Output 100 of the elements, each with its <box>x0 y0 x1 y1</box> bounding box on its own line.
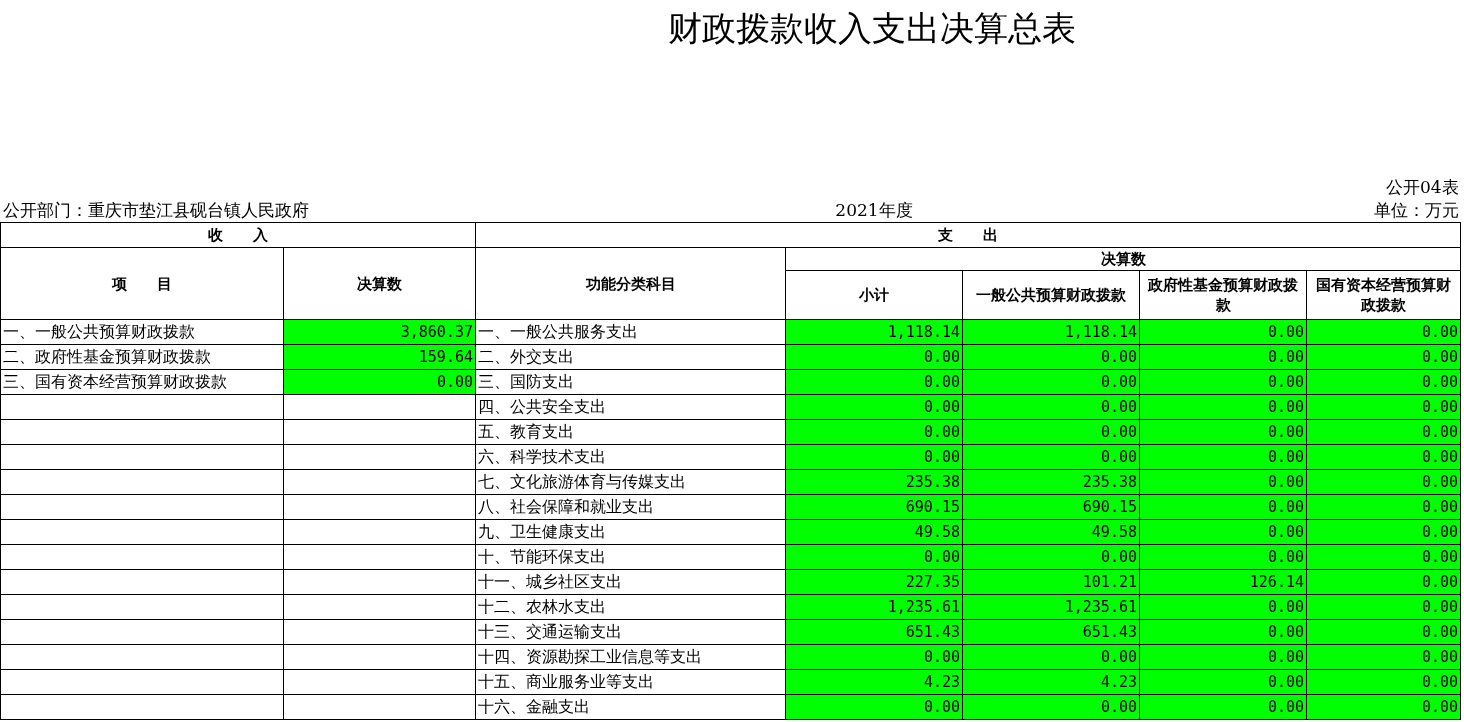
table-cell: 三、国有资本经营预算财政拨款 <box>0 369 284 395</box>
table-cell: 126.14 <box>1139 569 1307 595</box>
table-cell: 0.00 <box>1139 394 1307 420</box>
column-header: 政府性基金预算财政拨款 <box>1139 270 1307 320</box>
column-header: 决算数 <box>785 247 1461 271</box>
table-cell: 六、科学技术支出 <box>475 444 786 470</box>
table-cell: 235.38 <box>785 469 963 495</box>
table-cell: 3,860.37 <box>283 319 476 345</box>
table-cell: 1,118.14 <box>962 319 1140 345</box>
table-cell: 0.00 <box>962 344 1140 370</box>
table-cell: 0.00 <box>1306 519 1461 545</box>
table-cell: 0.00 <box>785 344 963 370</box>
table-cell: 651.43 <box>785 619 963 645</box>
table-cell: 0.00 <box>785 394 963 420</box>
table-cell: 0.00 <box>1139 494 1307 520</box>
report-title: 财政拨款收入支出决算总表 <box>668 8 1077 48</box>
table-cell: 4.23 <box>962 669 1140 695</box>
table-cell: 0.00 <box>1306 694 1461 720</box>
table-cell: 九、卫生健康支出 <box>475 519 786 545</box>
column-header: 项 目 <box>0 247 284 320</box>
unit-label: 单位：万元 <box>1373 200 1459 220</box>
table-cell: 0.00 <box>1306 369 1461 395</box>
table-cell: 1,235.61 <box>785 594 963 620</box>
form-code: 公开04表 <box>1385 177 1459 197</box>
table-cell: 0.00 <box>1139 419 1307 445</box>
table-cell: 101.21 <box>962 569 1140 595</box>
column-header: 小计 <box>785 270 963 320</box>
table-cell: 49.58 <box>962 519 1140 545</box>
table-cell: 0.00 <box>1139 644 1307 670</box>
table-cell: 0.00 <box>1306 619 1461 645</box>
table-cell: 0.00 <box>1306 669 1461 695</box>
table-cell: 0.00 <box>1306 594 1461 620</box>
table-cell: 一、一般公共预算财政拨款 <box>0 319 284 345</box>
table-cell: 1,118.14 <box>785 319 963 345</box>
table-cell: 十三、交通运输支出 <box>475 619 786 645</box>
table-cell: 八、社会保障和就业支出 <box>475 494 786 520</box>
table-cell: 二、外交支出 <box>475 344 786 370</box>
table-cell: 0.00 <box>1306 444 1461 470</box>
table-cell: 0.00 <box>1306 494 1461 520</box>
table-cell: 1,235.61 <box>962 594 1140 620</box>
table-cell: 0.00 <box>785 369 963 395</box>
table-cell: 0.00 <box>1139 369 1307 395</box>
table-cell: 0.00 <box>1306 394 1461 420</box>
table-cell: 227.35 <box>785 569 963 595</box>
table-cell: 0.00 <box>785 444 963 470</box>
table-cell: 0.00 <box>1139 519 1307 545</box>
table-cell: 0.00 <box>1139 444 1307 470</box>
table-cell: 七、文化旅游体育与传媒支出 <box>475 469 786 495</box>
table-cell: 235.38 <box>962 469 1140 495</box>
table-cell: 二、政府性基金预算财政拨款 <box>0 344 284 370</box>
table-cell: 159.64 <box>283 344 476 370</box>
table-cell: 十二、农林水支出 <box>475 594 786 620</box>
table-cell: 0.00 <box>1139 594 1307 620</box>
table-cell: 0.00 <box>1306 319 1461 345</box>
fiscal-year: 2021年度 <box>835 200 913 220</box>
table-cell: 三、国防支出 <box>475 369 786 395</box>
table-cell: 十六、金融支出 <box>475 694 786 720</box>
table-cell: 0.00 <box>1306 644 1461 670</box>
table-cell: 690.15 <box>785 494 963 520</box>
column-header: 国有资本经营预算财政拨款 <box>1306 270 1461 320</box>
table-cell: 0.00 <box>785 419 963 445</box>
table-cell: 0.00 <box>1139 469 1307 495</box>
table-cell: 690.15 <box>962 494 1140 520</box>
table-cell: 0.00 <box>1139 344 1307 370</box>
table-cell: 0.00 <box>1306 469 1461 495</box>
table-cell: 0.00 <box>962 394 1140 420</box>
table-cell: 0.00 <box>962 419 1140 445</box>
table-cell: 四、公共安全支出 <box>475 394 786 420</box>
table-cell: 0.00 <box>1306 569 1461 595</box>
table-cell: 0.00 <box>1139 619 1307 645</box>
column-header: 支 出 <box>475 222 1461 248</box>
table-cell: 0.00 <box>283 369 476 395</box>
table-cell: 0.00 <box>1306 544 1461 570</box>
table-cell: 0.00 <box>1139 669 1307 695</box>
column-header: 功能分类科目 <box>475 247 786 320</box>
table-cell: 49.58 <box>785 519 963 545</box>
table-cell: 0.00 <box>962 544 1140 570</box>
table-cell: 十四、资源勘探工业信息等支出 <box>475 644 786 670</box>
column-header: 一般公共预算财政拨款 <box>962 270 1140 320</box>
table-cell: 0.00 <box>1306 344 1461 370</box>
table-cell: 0.00 <box>962 644 1140 670</box>
table-cell: 十、节能环保支出 <box>475 544 786 570</box>
table-cell: 0.00 <box>785 644 963 670</box>
table-cell: 0.00 <box>785 694 963 720</box>
table-cell: 0.00 <box>962 369 1140 395</box>
table-cell: 0.00 <box>1139 694 1307 720</box>
table-cell: 0.00 <box>1139 544 1307 570</box>
table-cell: 五、教育支出 <box>475 419 786 445</box>
table-cell: 4.23 <box>785 669 963 695</box>
column-header: 决算数 <box>283 247 476 320</box>
table-cell: 651.43 <box>962 619 1140 645</box>
department-label: 公开部门：重庆市垫江县砚台镇人民政府 <box>2 200 309 220</box>
table-cell: 0.00 <box>785 544 963 570</box>
table-cell: 0.00 <box>1306 419 1461 445</box>
table-cell: 0.00 <box>962 444 1140 470</box>
table-cell: 0.00 <box>962 694 1140 720</box>
column-header: 收 入 <box>0 222 476 248</box>
table-cell: 十一、城乡社区支出 <box>475 569 786 595</box>
table-cell: 十五、商业服务业等支出 <box>475 669 786 695</box>
table-cell: 一、一般公共服务支出 <box>475 319 786 345</box>
